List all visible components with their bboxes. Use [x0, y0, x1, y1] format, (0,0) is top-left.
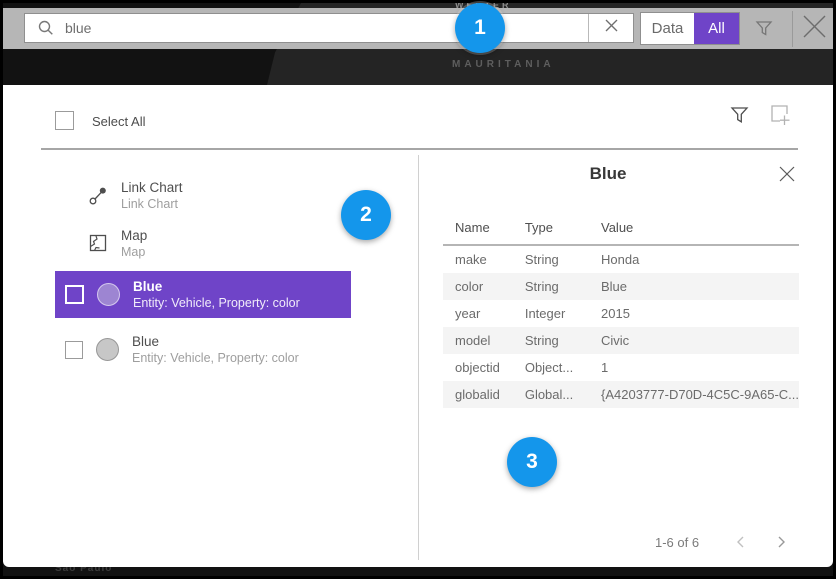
funnel-icon: [754, 18, 774, 43]
entity-dot-icon: [97, 283, 120, 306]
cell-name: objectid: [443, 354, 513, 381]
search-results-panel: Select All Link Chart Link Chart Map Map: [3, 85, 833, 567]
cell-value: Blue: [589, 273, 799, 300]
cell-type: Integer: [513, 300, 589, 327]
close-x-icon: [802, 14, 827, 44]
toggle-option-all[interactable]: All: [694, 13, 739, 44]
close-x-icon: [779, 169, 795, 186]
cell-name: globalid: [443, 381, 513, 408]
entity-dot-icon: [96, 338, 119, 361]
cell-value: Civic: [589, 327, 799, 354]
clear-search-button[interactable]: [588, 14, 633, 42]
cell-type: String: [513, 273, 589, 300]
result-item-link-chart[interactable]: Link Chart Link Chart: [55, 177, 351, 213]
add-to-selection-button[interactable]: [769, 103, 791, 127]
select-all-label: Select All: [92, 114, 145, 129]
search-input[interactable]: [65, 14, 588, 42]
cell-name: color: [443, 273, 513, 300]
result-checkbox[interactable]: [65, 341, 83, 359]
map-icon: [88, 232, 108, 254]
chevron-left-icon: [734, 537, 748, 554]
cell-value: Honda: [589, 245, 799, 273]
cell-value: 2015: [589, 300, 799, 327]
result-checkbox[interactable]: [65, 285, 84, 304]
table-row: color String Blue: [443, 273, 799, 300]
cell-name: model: [443, 327, 513, 354]
search-icon: [38, 20, 54, 36]
scope-toggle: Data All: [640, 12, 740, 45]
cell-type: String: [513, 245, 589, 273]
column-header-value: Value: [589, 214, 799, 245]
close-search-button[interactable]: [800, 15, 828, 43]
search-toolbar: Data All: [3, 8, 833, 49]
table-row: year Integer 2015: [443, 300, 799, 327]
filter-button[interactable]: [751, 17, 777, 43]
result-subtitle: Entity: Vehicle, Property: color: [133, 295, 300, 311]
result-subtitle: Map: [121, 244, 147, 260]
search-box: [24, 13, 634, 43]
result-title: Map: [121, 227, 147, 244]
result-title: Blue: [133, 278, 300, 295]
cell-type: Object...: [513, 354, 589, 381]
cell-name: make: [443, 245, 513, 273]
detail-close-button[interactable]: [779, 166, 797, 184]
pagination: 1-6 of 6: [418, 532, 798, 554]
annotation-badge-2: 2: [341, 190, 391, 240]
previous-page-button[interactable]: [734, 534, 752, 552]
cell-name: year: [443, 300, 513, 327]
select-all-checkbox[interactable]: [55, 111, 74, 130]
table-row: globalid Global... {A4203777-D70D-4C5C-9…: [443, 381, 799, 408]
cell-value: 1: [589, 354, 799, 381]
next-page-button[interactable]: [774, 534, 792, 552]
map-label-mauritania: MAURITANIA: [452, 59, 555, 70]
pagination-label: 1-6 of 6: [655, 535, 699, 550]
result-item-blue[interactable]: Blue Entity: Vehicle, Property: color: [55, 326, 351, 373]
cell-type: Global...: [513, 381, 589, 408]
table-row: make String Honda: [443, 245, 799, 273]
column-header-type: Type: [513, 214, 589, 245]
column-header-name: Name: [443, 214, 513, 245]
funnel-icon: [730, 113, 749, 130]
result-item-blue-selected[interactable]: Blue Entity: Vehicle, Property: color: [55, 271, 351, 318]
toolbar-divider: [792, 11, 793, 47]
result-subtitle: Link Chart: [121, 196, 183, 212]
annotation-badge-3: 3: [507, 437, 557, 487]
table-header-row: Name Type Value: [443, 214, 799, 245]
toggle-option-data[interactable]: Data: [641, 13, 694, 44]
table-row: model String Civic: [443, 327, 799, 354]
attribute-table: Name Type Value make String Honda color …: [443, 214, 799, 408]
results-filter-button[interactable]: [730, 105, 750, 127]
result-item-map[interactable]: Map Map: [55, 225, 351, 261]
annotation-badge-1: 1: [455, 3, 505, 53]
cell-type: String: [513, 327, 589, 354]
result-title: Link Chart: [121, 179, 183, 196]
clear-x-icon: [605, 19, 618, 37]
cell-value: {A4203777-D70D-4C5C-9A65-C...: [589, 381, 799, 408]
result-subtitle: Entity: Vehicle, Property: color: [132, 350, 299, 366]
chevron-right-icon: [774, 537, 788, 554]
header-divider: [41, 148, 798, 150]
result-title: Blue: [132, 333, 299, 350]
list-detail-divider: [418, 155, 419, 560]
link-chart-icon: [88, 184, 108, 206]
table-row: objectid Object... 1: [443, 354, 799, 381]
detail-title: Blue: [418, 164, 798, 184]
add-to-selection-icon: [769, 114, 791, 131]
